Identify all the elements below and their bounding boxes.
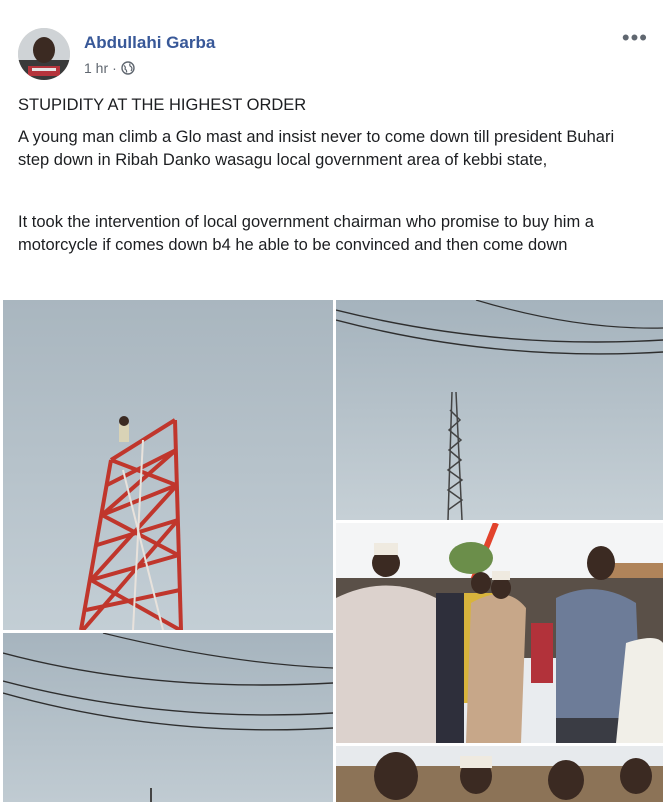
post-paragraph-1: A young man climb a Glo mast and insist … — [18, 128, 615, 169]
meta-separator: · — [112, 60, 117, 76]
post-meta: 1 hr · — [84, 60, 135, 76]
post-time[interactable]: 1 hr — [84, 60, 108, 76]
post-headline: STUPIDITY AT THE HIGHEST ORDER — [18, 96, 307, 114]
author-name[interactable]: Abdullahi Garba — [84, 33, 215, 53]
post-paragraph-2: It took the intervention of local govern… — [18, 213, 594, 254]
photo-tower-distant[interactable] — [336, 300, 663, 520]
globe-icon[interactable] — [121, 61, 135, 75]
author-avatar[interactable] — [18, 28, 70, 80]
facebook-post: Abdullahi Garba 1 hr · ••• STUPIDITY AT … — [0, 0, 666, 802]
photo-crowd[interactable] — [336, 523, 663, 743]
post-header: Abdullahi Garba 1 hr · ••• — [18, 27, 648, 84]
photo-crowd-2[interactable] — [336, 746, 663, 802]
photo-power-lines[interactable] — [3, 633, 333, 802]
photo-tower-closeup[interactable] — [3, 300, 333, 630]
more-options-button[interactable]: ••• — [622, 27, 648, 49]
